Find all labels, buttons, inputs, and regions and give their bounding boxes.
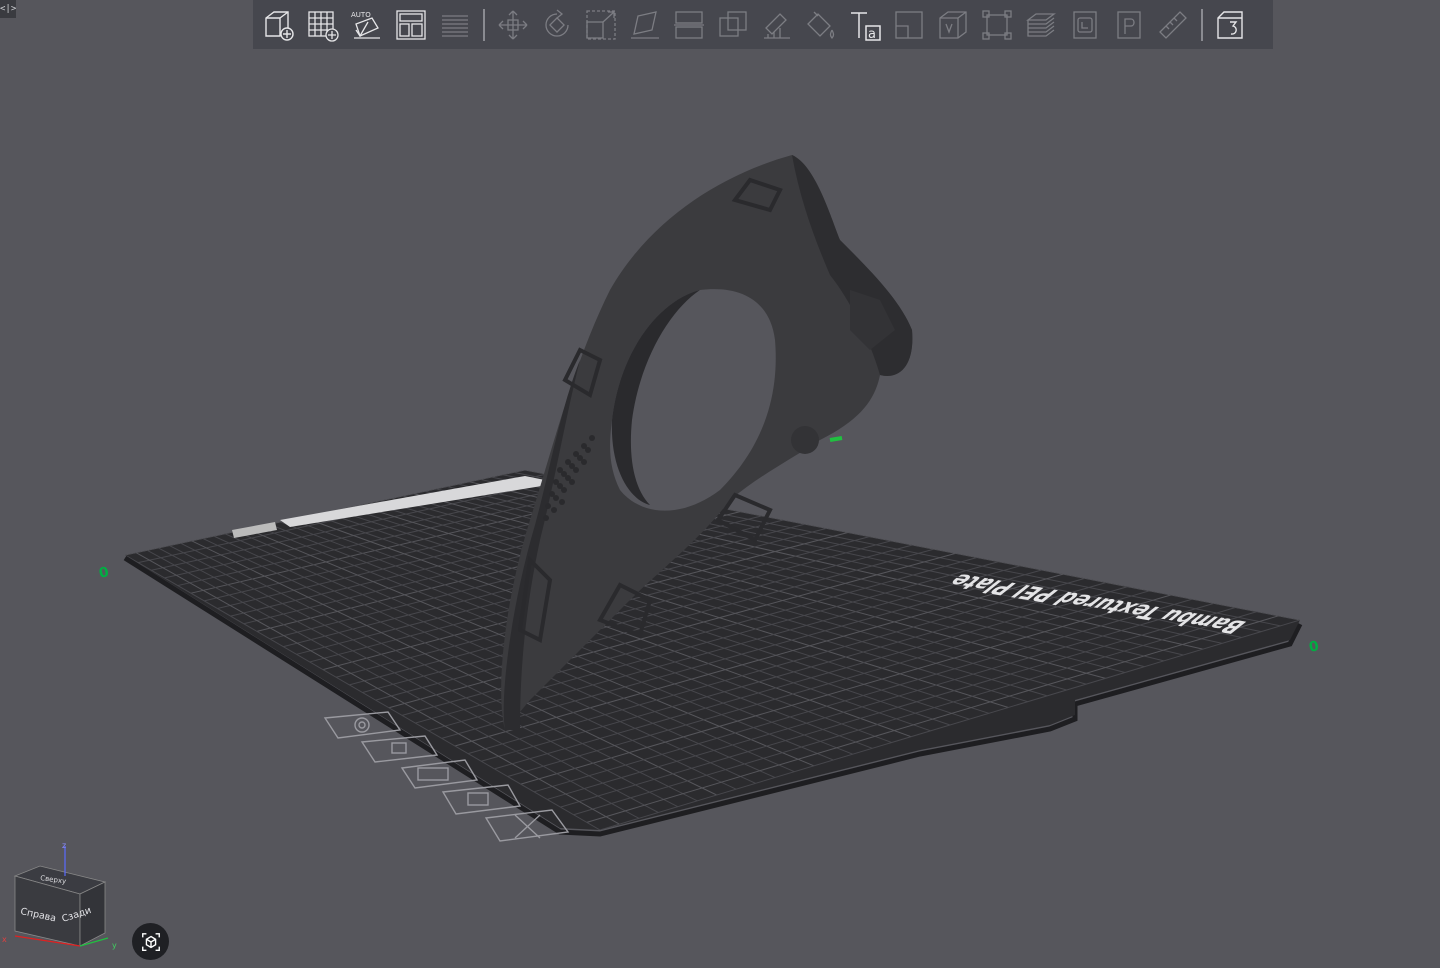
3d-viewport[interactable]: <|> AUTO a Bambu Textured PEI Plate 0 0 … bbox=[0, 0, 1440, 968]
fit-view-button[interactable] bbox=[132, 923, 169, 960]
axis-z-label: z bbox=[62, 841, 66, 850]
plate-x-label: 0 bbox=[1308, 638, 1321, 656]
plate-origin-label: 0 bbox=[98, 564, 111, 582]
navigation-cube[interactable]: z x y Сверху Справа Сзади bbox=[0, 836, 125, 961]
fit-view-icon bbox=[141, 932, 160, 951]
delete-plate-icon[interactable] bbox=[484, 809, 570, 842]
y-axis-marker bbox=[829, 436, 843, 442]
axis-y-label: y bbox=[112, 941, 117, 950]
axis-x-label: x bbox=[2, 935, 7, 944]
build-plate-scene[interactable]: Bambu Textured PEI Plate 0 0 bbox=[0, 0, 1440, 968]
